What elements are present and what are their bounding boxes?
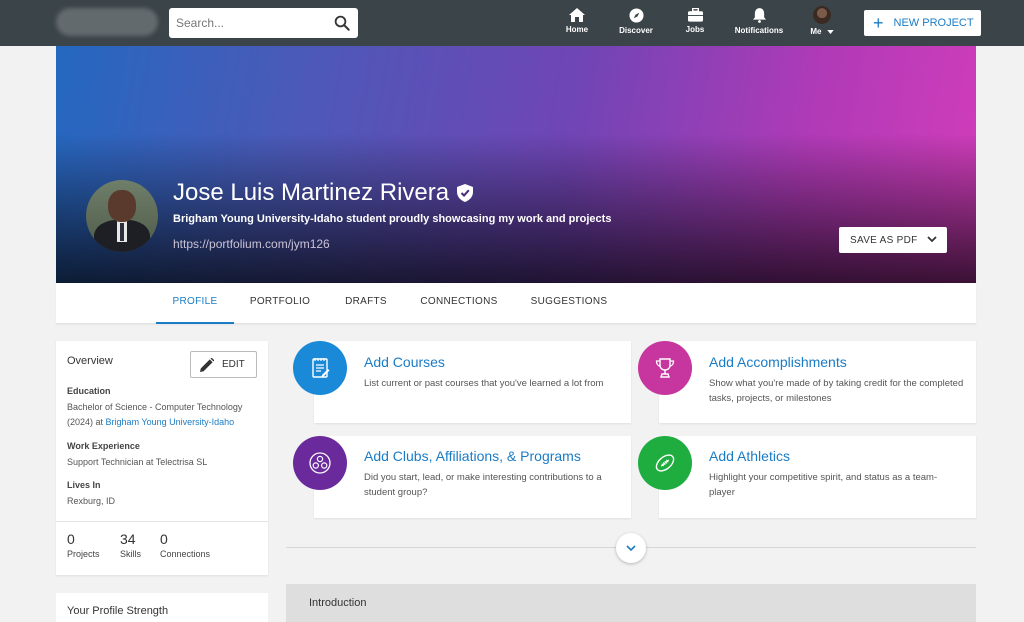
stat-projects-label: Projects	[67, 549, 100, 559]
profile-name: Jose Luis Martinez Rivera	[173, 179, 450, 206]
add-accomplishments-title[interactable]: Add Accomplishments	[709, 354, 847, 370]
save-as-pdf-label: SAVE AS PDF	[850, 234, 918, 246]
add-courses-desc: List current or past courses that you've…	[364, 378, 604, 389]
group-icon	[309, 452, 331, 474]
tab-suggestions[interactable]: SUGGESTIONS	[526, 283, 612, 324]
education-label: Education	[67, 386, 111, 396]
lives-in-label: Lives In	[67, 480, 101, 490]
add-clubs-title[interactable]: Add Clubs, Affiliations, & Programs	[364, 448, 581, 464]
search-box	[169, 8, 358, 38]
search-input[interactable]	[169, 8, 329, 38]
add-athletics-card: Add Athletics Highlight your competitive…	[659, 436, 976, 518]
stat-projects-value: 0	[67, 531, 75, 547]
profile-name-row: Jose Luis Martinez Rivera	[173, 179, 474, 207]
add-accomplishments-button[interactable]	[638, 341, 692, 395]
verified-shield-icon	[457, 184, 474, 202]
photo-tie	[120, 223, 124, 241]
edit-overview-button[interactable]: EDIT	[190, 351, 257, 378]
profile-headline: Brigham Young University-Idaho student p…	[173, 213, 612, 225]
nav-notifications-label: Notifications	[734, 26, 784, 35]
add-accomplishments-card: Add Accomplishments Show what you're mad…	[659, 341, 976, 423]
overview-divider	[56, 521, 268, 522]
tab-connections[interactable]: CONNECTIONS	[416, 283, 502, 324]
nav-me-row: Me	[808, 27, 836, 36]
avatar	[813, 6, 831, 24]
add-athletics-desc: Highlight your competitive spirit, and s…	[709, 472, 938, 498]
bell-icon	[752, 8, 766, 23]
stat-skills-value: 34	[120, 531, 136, 547]
chevron-down-icon	[626, 544, 636, 551]
work-experience-value: Support Technician at Telectrisa SL	[67, 457, 208, 467]
plus-icon: +	[873, 13, 884, 33]
stat-projects[interactable]: 0 Projects	[67, 531, 100, 559]
notebook-icon	[312, 358, 330, 378]
nav-me-label: Me	[810, 27, 822, 36]
overview-card: Overview EDIT Education Bachelor of Scie…	[56, 341, 268, 575]
caret-down-icon	[826, 29, 834, 34]
profile-strength-card: Your Profile Strength	[56, 593, 268, 622]
profile-banner: Jose Luis Martinez Rivera Brigham Young …	[56, 46, 976, 283]
stat-connections-value: 0	[160, 531, 168, 547]
introduction-title: Introduction	[309, 597, 367, 609]
education-value: Bachelor of Science - Computer Technolog…	[67, 400, 263, 430]
pencil-icon	[200, 357, 214, 372]
tab-portfolio[interactable]: PORTFOLIO	[246, 283, 314, 324]
new-project-button[interactable]: + NEW PROJECT	[864, 10, 981, 36]
stat-connections-label: Connections	[160, 549, 211, 559]
briefcase-icon	[687, 8, 703, 22]
nav-discover-label: Discover	[619, 26, 653, 35]
top-navbar: Home Discover Jobs Notifications Me +	[0, 0, 1024, 46]
profile-tabs: PROFILE PORTFOLIO DRAFTS CONNECTIONS SUG…	[56, 283, 976, 324]
overview-title: Overview	[67, 355, 113, 367]
add-athletics-title[interactable]: Add Athletics	[709, 448, 790, 464]
add-athletics-button[interactable]	[638, 436, 692, 490]
tab-drafts[interactable]: DRAFTS	[338, 283, 394, 324]
stat-connections[interactable]: 0 Connections	[160, 531, 210, 559]
add-accomplishments-desc: Show what you're made of by taking credi…	[709, 378, 964, 404]
nav-home-label: Home	[565, 25, 589, 34]
home-icon	[569, 8, 585, 22]
site-logo[interactable]	[56, 8, 158, 36]
new-project-label: NEW PROJECT	[893, 17, 974, 29]
education-school-link[interactable]: Brigham Young University-Idaho	[106, 417, 235, 427]
trophy-icon	[655, 358, 675, 378]
football-icon	[655, 454, 675, 472]
add-clubs-desc: Did you start, lead, or make interesting…	[364, 472, 602, 498]
tab-profile[interactable]: PROFILE	[156, 283, 234, 324]
introduction-section: Introduction	[286, 584, 976, 622]
nav-jobs[interactable]: Jobs	[682, 8, 708, 38]
save-as-pdf-button[interactable]: SAVE AS PDF	[839, 227, 947, 253]
nav-discover[interactable]: Discover	[616, 8, 656, 38]
add-clubs-button[interactable]	[293, 436, 347, 490]
compass-icon	[628, 8, 644, 23]
chevron-down-icon	[927, 236, 937, 243]
search-icon[interactable]	[333, 14, 351, 32]
expand-more-button[interactable]	[616, 533, 646, 563]
stat-skills-label: Skills	[120, 549, 142, 559]
add-courses-button[interactable]	[293, 341, 347, 395]
work-experience-label: Work Experience	[67, 441, 140, 451]
add-courses-title[interactable]: Add Courses	[364, 354, 445, 370]
nav-notifications[interactable]: Notifications	[733, 8, 785, 38]
profile-strength-title: Your Profile Strength	[67, 605, 169, 617]
edit-label: EDIT	[222, 359, 245, 370]
profile-url[interactable]: https://portfolium.com/jym126	[173, 237, 330, 251]
profile-photo[interactable]	[86, 180, 158, 252]
stat-skills[interactable]: 34 Skills	[120, 531, 141, 559]
photo-head	[108, 190, 136, 222]
lives-in-value: Rexburg, ID	[67, 496, 116, 506]
nav-home[interactable]: Home	[562, 8, 592, 38]
nav-jobs-label: Jobs	[685, 25, 705, 34]
add-courses-card: Add Courses List current or past courses…	[314, 341, 631, 423]
nav-me[interactable]: Me	[808, 6, 836, 36]
add-clubs-card: Add Clubs, Affiliations, & Programs Did …	[314, 436, 631, 518]
